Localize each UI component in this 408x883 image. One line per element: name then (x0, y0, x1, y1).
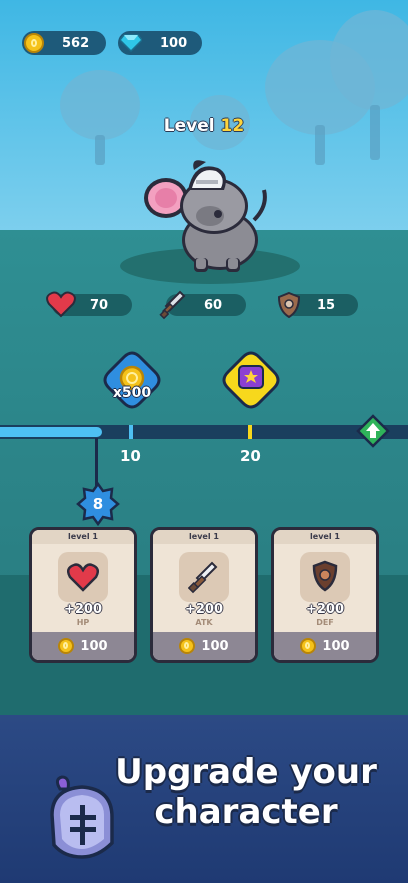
upgrade-cost-button[interactable]: 100 (153, 632, 255, 660)
gem-counter[interactable]: 100 (118, 31, 202, 55)
upgrade-cost-button[interactable]: 100 (274, 632, 376, 660)
card-stat-name: HP (76, 618, 90, 627)
star-icon (238, 391, 264, 407)
level-value: 12 (220, 116, 245, 136)
coin-reward-badge[interactable] (102, 350, 162, 410)
attack-upgrade-card[interactable]: level 1 +200 ATK 100 (150, 527, 258, 663)
defense-value: 15 (316, 297, 336, 313)
headline-line-1: Upgrade your (115, 752, 377, 792)
card-stat-name: ATK (195, 618, 213, 627)
coin-count: 562 (62, 35, 90, 51)
card-icon-box (58, 552, 108, 602)
promo-headline: Upgrade your character (96, 752, 396, 832)
coin-reward-amount: x500 (112, 385, 152, 401)
card-icon-box (179, 552, 229, 602)
coin-icon (58, 638, 75, 654)
level-up-arrow-icon (356, 414, 390, 448)
upgrade-cost: 100 (80, 638, 108, 654)
gem-count: 100 (160, 35, 188, 51)
card-stat-name: DEF (316, 618, 334, 627)
coin-icon (179, 638, 196, 654)
card-level: level 1 (153, 530, 255, 544)
upgrade-cost: 100 (201, 638, 229, 654)
character-level: Level 12 (0, 116, 408, 136)
heart-icon (67, 563, 99, 592)
card-value: +200 (184, 602, 224, 617)
milestone-tick-20 (248, 425, 252, 439)
card-icon-box (300, 552, 350, 602)
upgrade-cost: 100 (322, 638, 350, 654)
hp-value: 70 (89, 297, 109, 313)
card-level: level 1 (32, 530, 134, 544)
upgrade-cost-button[interactable]: 100 (32, 632, 134, 660)
level-label: Level (163, 116, 215, 136)
milestone-tick-10 (129, 425, 133, 439)
defense-upgrade-card[interactable]: level 1 +200 DEF 100 (271, 527, 379, 663)
gem-icon (120, 34, 142, 52)
coin-icon (24, 33, 44, 53)
milestone-label-10: 10 (120, 447, 141, 465)
card-value: +200 (63, 602, 103, 617)
current-level-number: 8 (92, 495, 104, 513)
coin-icon (300, 638, 317, 654)
headline-line-2: character (154, 792, 338, 832)
card-level: level 1 (274, 530, 376, 544)
hp-upgrade-card[interactable]: level 1 +200 HP 100 (29, 527, 137, 663)
level-connector (95, 438, 98, 486)
milestone-label-20: 20 (240, 447, 261, 465)
sword-icon (159, 290, 186, 320)
sword-icon (188, 561, 218, 594)
heart-icon (46, 291, 76, 318)
shield-icon (277, 291, 301, 319)
card-value: +200 (305, 602, 345, 617)
coin-counter[interactable]: 562 (22, 31, 106, 55)
attack-value: 60 (203, 297, 223, 313)
shield-icon (312, 560, 338, 592)
character-sprite (144, 160, 267, 272)
level-progress-fill (0, 427, 102, 437)
